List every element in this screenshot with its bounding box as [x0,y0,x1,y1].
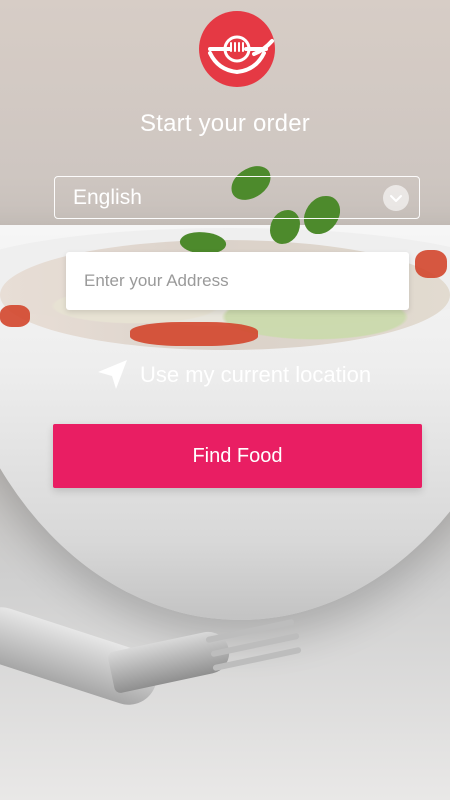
tomato-image [0,305,30,327]
tomato-image [130,322,258,346]
order-start-screen: Start your order English Use my current … [0,0,450,800]
language-select[interactable]: English [54,176,420,219]
tomato-image [415,250,447,278]
address-field[interactable] [66,252,409,310]
chevron-down-icon[interactable] [383,185,409,211]
use-current-location-link[interactable]: Use my current location [96,358,371,392]
find-food-button[interactable]: Find Food [53,424,422,488]
fork-plate-icon [198,10,276,88]
language-select-value: English [73,186,142,209]
page-title: Start your order [140,110,310,137]
use-current-location-label[interactable]: Use my current location [140,362,371,388]
navigation-arrow-icon[interactable] [96,358,130,392]
address-input[interactable] [82,270,409,292]
